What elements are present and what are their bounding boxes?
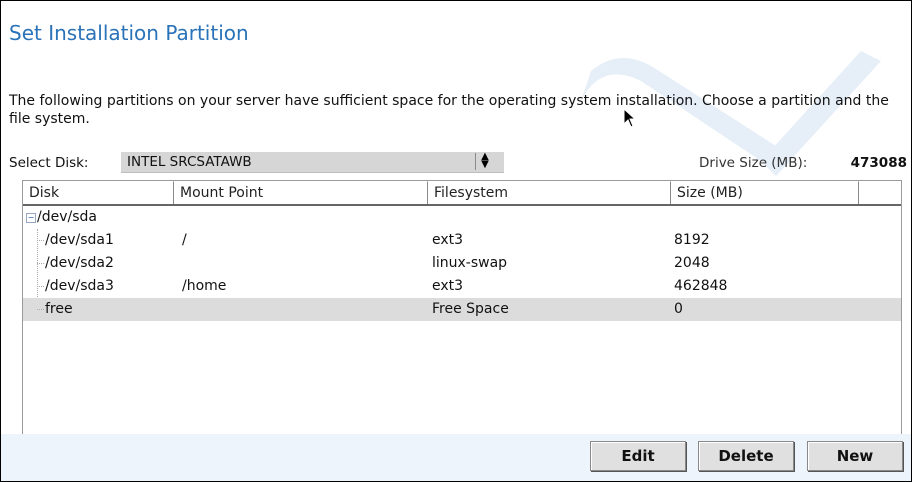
edit-button[interactable]: Edit xyxy=(590,441,686,471)
installation-partition-window: Set Installation Partition The following… xyxy=(0,0,912,482)
column-header-mount-point[interactable]: Mount Point xyxy=(174,181,428,204)
delete-button[interactable]: Delete xyxy=(698,441,794,471)
cell-mount-point: /home xyxy=(182,278,227,294)
disk-select-dropdown[interactable]: INTEL SRCSATAWB ▲ ▼ xyxy=(121,152,504,173)
column-header-filesystem[interactable]: Filesystem xyxy=(428,181,671,204)
cell-size: 8192 xyxy=(674,232,710,248)
mouse-cursor-icon xyxy=(623,108,637,128)
new-button[interactable]: New xyxy=(807,441,903,471)
tree-branch xyxy=(37,263,44,264)
select-updown-arrows-icon: ▲ ▼ xyxy=(475,152,494,170)
cell-mount-point: / xyxy=(182,232,187,248)
table-header: Disk Mount Point Filesystem Size (MB) xyxy=(23,181,901,206)
cell-filesystem: ext3 xyxy=(432,232,464,248)
disk-select-row: Select Disk: INTEL SRCSATAWB ▲ ▼ Drive Si… xyxy=(9,152,907,174)
table-row[interactable]: /dev/sda3 /home ext3 462848 xyxy=(23,275,901,298)
partition-table: Disk Mount Point Filesystem Size (MB) − … xyxy=(22,180,902,435)
cell-filesystem: ext3 xyxy=(432,278,464,294)
expander-minus-icon[interactable]: − xyxy=(26,213,36,223)
table-row[interactable]: /dev/sda1 / ext3 8192 xyxy=(23,229,901,252)
tree-branch xyxy=(37,240,44,241)
select-disk-label: Select Disk: xyxy=(9,155,89,171)
column-header-size[interactable]: Size (MB) xyxy=(671,181,859,204)
table-row-selected[interactable]: free Free Space 0 xyxy=(23,298,901,321)
drive-size-label: Drive Size (MB): xyxy=(699,155,808,171)
cell-filesystem: Free Space xyxy=(432,301,509,317)
cell-disk: free xyxy=(45,301,73,317)
tree-branch xyxy=(37,286,44,287)
cell-size: 0 xyxy=(674,301,683,317)
cell-disk: /dev/sda1 xyxy=(45,232,114,248)
table-row[interactable]: /dev/sda2 linux-swap 2048 xyxy=(23,252,901,275)
cell-disk: /dev/sda3 xyxy=(45,278,114,294)
drive-size-value: 473088 xyxy=(850,155,907,171)
tree-root-row[interactable]: − /dev/sda xyxy=(23,206,901,229)
cell-size: 2048 xyxy=(674,255,710,271)
root-disk-label: /dev/sda xyxy=(37,209,97,225)
cell-filesystem: linux-swap xyxy=(432,255,508,271)
intro-text: The following partitions on your server … xyxy=(9,93,889,127)
disk-select-value: INTEL SRCSATAWB xyxy=(127,154,252,170)
tree-branch xyxy=(37,309,44,310)
column-header-disk[interactable]: Disk xyxy=(23,181,174,204)
page-title: Set Installation Partition xyxy=(9,21,249,45)
cell-disk: /dev/sda2 xyxy=(45,255,114,271)
cell-size: 462848 xyxy=(674,278,728,294)
